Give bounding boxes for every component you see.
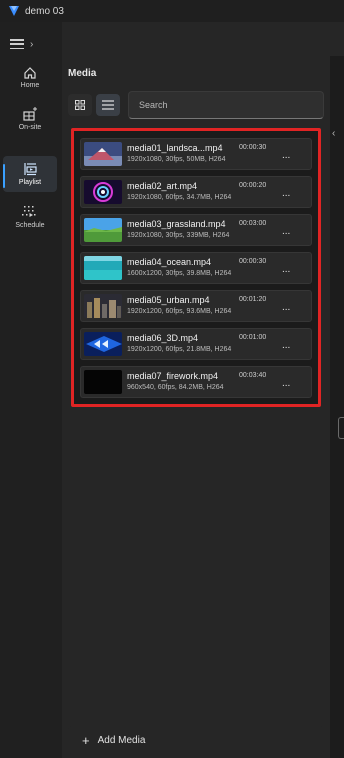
list-view-button[interactable] [96, 94, 120, 116]
more-options-button[interactable]: ... [282, 188, 290, 199]
media-item[interactable]: media05_urban.mp4 00:01:20 1920x1200, 60… [80, 290, 312, 322]
media-item[interactable]: media07_firework.mp4 00:03:40 960x540, 6… [80, 366, 312, 398]
media-duration: 00:00:20 [239, 182, 267, 189]
media-name: media02_art.mp4 [127, 181, 198, 191]
hamburger-icon [10, 39, 24, 49]
list-icon [102, 100, 114, 110]
media-meta: 960x540, 60fps, 84.2MB, H264 [127, 384, 224, 391]
media-meta: 1920x1200, 60fps, 93.6MB, H264 [127, 308, 232, 315]
media-thumbnail [84, 180, 122, 204]
grid-view-button[interactable] [68, 94, 92, 116]
grid-icon [75, 100, 85, 110]
media-name: media03_grassland.mp4 [127, 219, 226, 229]
add-media-button[interactable]: + Add Media [68, 726, 324, 754]
media-name: media01_landsca...mp4 [127, 143, 223, 153]
media-duration: 00:01:00 [239, 334, 267, 341]
media-name: media05_urban.mp4 [127, 295, 210, 305]
home-icon [24, 67, 36, 79]
app-logo-icon [9, 6, 19, 16]
chevron-right-icon: › [30, 38, 34, 50]
media-meta: 1920x1080, 60fps, 34.7MB, H264 [127, 194, 232, 201]
media-thumbnail [84, 256, 122, 280]
media-panel: Media Search media01_landsca...mp4 00:00… [62, 56, 330, 758]
media-item[interactable]: media01_landsca...mp4 00:00:30 1920x1080… [80, 138, 312, 170]
more-options-button[interactable]: ... [282, 378, 290, 389]
media-item[interactable]: media04_ocean.mp4 00:00:30 1600x1200, 30… [80, 252, 312, 284]
media-duration: 00:00:30 [239, 258, 267, 265]
more-options-button[interactable]: ... [282, 264, 290, 275]
top-strip [62, 22, 344, 56]
nav-item-playlist[interactable]: Playlist [3, 156, 57, 192]
nav-label-playlist: Playlist [18, 179, 42, 186]
right-edge-region [330, 56, 344, 758]
media-thumbnail [84, 294, 122, 318]
media-list: media01_landsca...mp4 00:00:30 1920x1080… [71, 128, 321, 407]
edge-control[interactable] [338, 417, 344, 439]
media-panel-title: Media [68, 68, 97, 79]
media-thumbnail [84, 332, 122, 356]
media-item[interactable]: media03_grassland.mp4 00:03:00 1920x1080… [80, 214, 312, 246]
media-duration: 00:03:40 [239, 372, 267, 379]
media-name: media07_firework.mp4 [127, 371, 219, 381]
media-meta: 1920x1200, 60fps, 21.8MB, H264 [127, 346, 232, 353]
add-media-label: Add Media [97, 734, 146, 746]
media-duration: 00:03:00 [239, 220, 267, 227]
media-thumbnail [84, 370, 122, 394]
media-item[interactable]: media02_art.mp4 00:00:20 1920x1080, 60fp… [80, 176, 312, 208]
media-meta: 1920x1080, 30fps, 50MB, H264 [127, 156, 226, 163]
media-toolbar: Search [68, 91, 324, 119]
more-options-button[interactable]: ... [282, 226, 290, 237]
nav-item-home[interactable]: Home [3, 66, 57, 96]
menu-toggle-button[interactable]: › [10, 34, 52, 54]
media-duration: 00:01:20 [239, 296, 267, 303]
media-duration: 00:00:30 [239, 144, 267, 151]
media-meta: 1600x1200, 30fps, 39.8MB, H264 [127, 270, 232, 277]
nav-item-onsite[interactable]: On-site [3, 106, 57, 138]
onsite-icon [23, 107, 37, 121]
more-options-button[interactable]: ... [282, 302, 290, 313]
media-name: media04_ocean.mp4 [127, 257, 212, 267]
media-thumbnail [84, 142, 122, 166]
title-bar: demo 03 [0, 0, 344, 22]
search-input[interactable]: Search [128, 91, 324, 119]
nav-item-schedule[interactable]: Schedule [3, 204, 57, 236]
more-options-button[interactable]: ... [282, 340, 290, 351]
nav-rail: › Home On-site Playlist Schedule [0, 22, 62, 758]
window-title: demo 03 [25, 5, 64, 17]
nav-label-schedule: Schedule [15, 222, 45, 229]
collapse-panel-chevron-icon[interactable]: ‹ [332, 128, 335, 139]
schedule-icon [22, 206, 36, 217]
media-meta: 1920x1080, 30fps, 339MB, H264 [127, 232, 230, 239]
playlist-icon [24, 163, 37, 176]
nav-label-onsite: On-site [18, 124, 42, 131]
more-options-button[interactable]: ... [282, 150, 290, 161]
media-name: media06_3D.mp4 [127, 333, 199, 343]
media-thumbnail [84, 218, 122, 242]
nav-label-home: Home [20, 82, 40, 89]
media-item[interactable]: media06_3D.mp4 00:01:00 1920x1200, 60fps… [80, 328, 312, 360]
plus-icon: + [82, 732, 90, 748]
